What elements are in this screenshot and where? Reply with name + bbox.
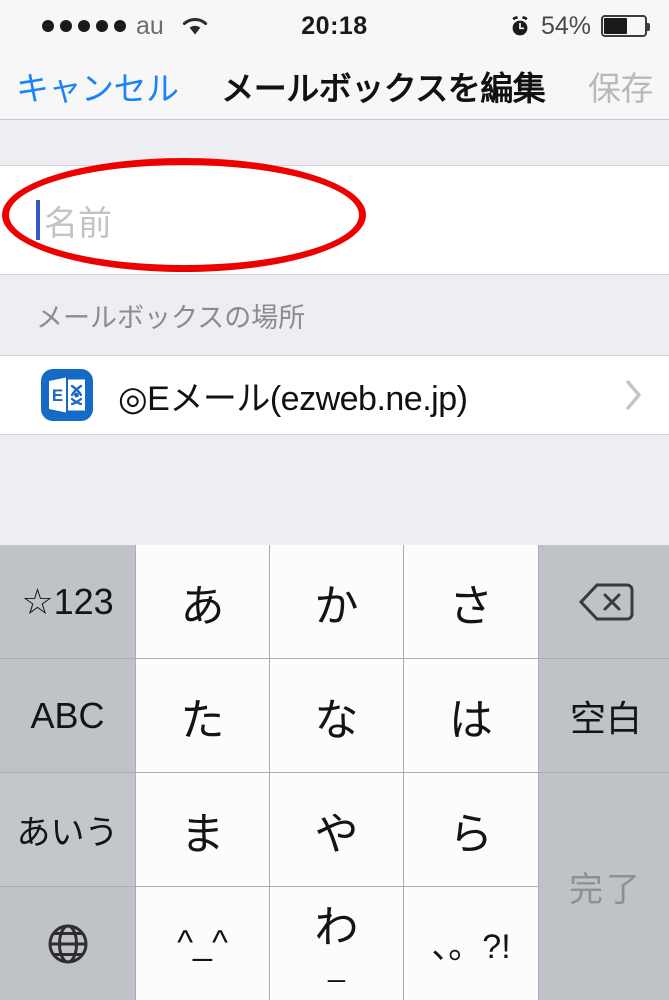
navigation-bar: キャンセル メールボックスを編集 保存 [0,52,669,120]
key-delete[interactable] [539,545,669,658]
key-label: ☆123 [21,580,114,622]
key-label: ま [180,809,225,859]
chevron-right-icon [626,380,641,410]
key-label: 、。?! [431,928,511,966]
save-button[interactable]: 保存 [588,62,654,110]
status-bar: au 20:18 54% [0,0,669,52]
key-sublabel: _ [328,949,345,983]
key-done[interactable]: 完了 [539,773,669,1000]
key-a[interactable]: あ [136,545,269,658]
battery-percent-label: 54% [540,11,591,40]
key-label: は [449,695,493,745]
key-punctuation[interactable]: 、。?! [404,887,538,1000]
section-header-location: メールボックスの場所 [0,275,669,355]
key-label: や [314,809,359,859]
key-ha[interactable]: は [404,659,538,772]
key-ya[interactable]: や [270,773,403,886]
text-caret [36,200,40,240]
cancel-button[interactable]: キャンセル [16,62,179,110]
key-sa[interactable]: さ [404,545,538,658]
key-ka[interactable]: か [270,545,403,658]
key-wa-stack: わ _ [314,902,359,983]
key-label: か [314,581,359,631]
form-content: 名前 メールボックスの場所 E ◎Eメール(ezweb.ne.jp) [0,120,669,545]
key-label: あ [180,581,225,631]
key-label: あいう [16,814,119,852]
microsoft-exchange-icon: E [41,369,93,421]
battery-fill [604,18,627,34]
iphone-screen: au 20:18 54% キャンセル メールボックスを編集 保存 名前 メールボ… [0,0,669,1000]
key-ma[interactable]: ま [136,773,269,886]
key-label: ^_^ [177,924,228,962]
key-ra[interactable]: ら [404,773,538,886]
content-top-gap [0,120,669,165]
battery-cap [647,23,650,31]
key-symbols-123[interactable]: ☆123 [0,545,135,658]
svg-text:E: E [52,386,63,405]
key-na[interactable]: な [270,659,403,772]
mailbox-location-label: ◎Eメール(ezweb.ne.jp) [118,379,468,418]
key-label: ABC [30,694,105,736]
name-input-field[interactable]: 名前 [0,165,669,275]
mailbox-location-row[interactable]: E ◎Eメール(ezweb.ne.jp) [0,355,669,435]
key-label: さ [449,581,493,631]
key-globe[interactable] [0,887,135,1000]
key-label: 空白 [569,697,642,739]
section-header-label: メールボックスの場所 [36,302,306,333]
key-ta[interactable]: た [136,659,269,772]
key-label: わ [314,902,359,952]
status-bar-right: 54% [509,11,650,41]
key-abc[interactable]: ABC [0,659,135,772]
backspace-icon [578,583,634,620]
key-label: な [314,695,359,745]
key-space[interactable]: 空白 [539,659,669,772]
battery-icon [601,15,650,37]
key-label: ら [449,809,493,859]
key-label: た [180,695,225,745]
name-input-placeholder: 名前 [44,204,112,243]
key-aiu[interactable]: あいう [0,773,135,886]
key-emoticon[interactable]: ^_^ [136,887,269,1000]
japanese-keyboard: ☆123 あ か さ ABC た な は 空白 あいう ま や ら 完了 ^_^… [0,545,669,1000]
globe-icon [48,924,87,963]
key-label: 完了 [569,871,643,909]
alarm-clock-icon [512,16,528,36]
key-wa[interactable]: わ _ [270,887,403,1000]
page-title: メールボックスを編集 [221,69,546,107]
